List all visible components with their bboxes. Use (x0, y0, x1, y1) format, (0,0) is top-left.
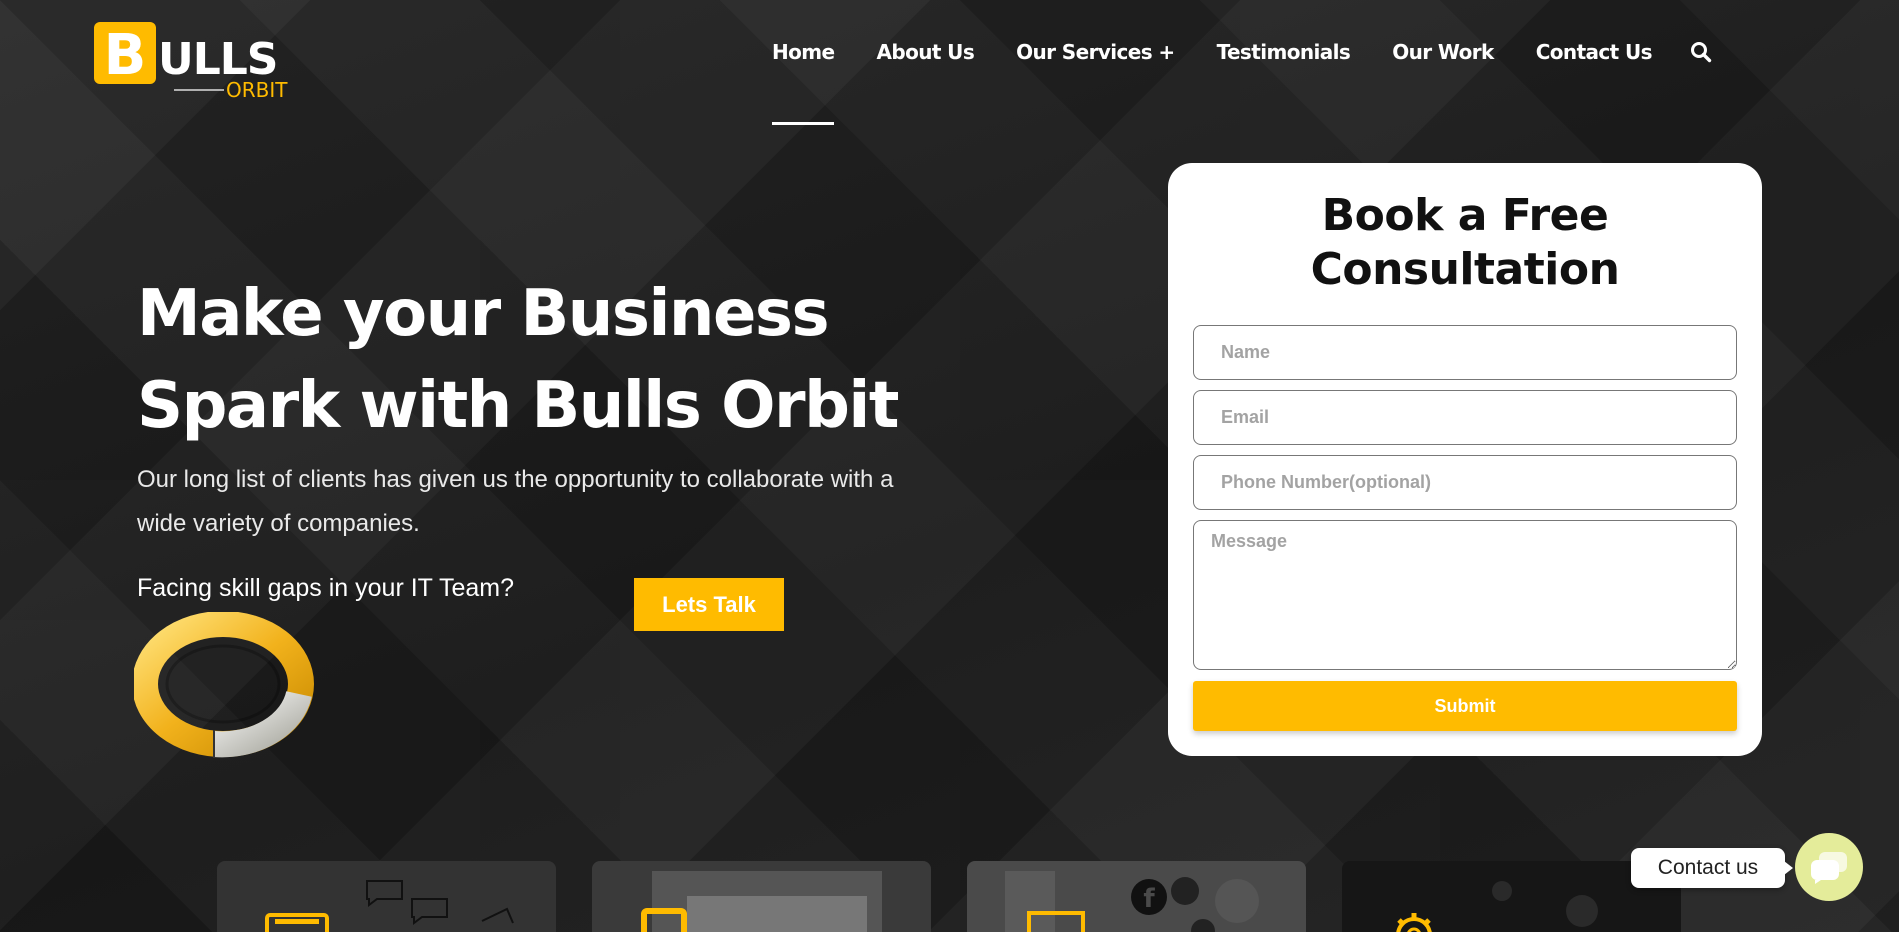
contact-us-tooltip[interactable]: Contact us (1631, 848, 1793, 888)
svg-text:ORBIT: ORBIT (226, 78, 288, 100)
bulls-orbit-logo[interactable]: B ULLS ORBIT (94, 22, 310, 100)
name-field[interactable] (1193, 325, 1737, 380)
submit-button[interactable]: Submit (1193, 681, 1737, 731)
hero-subtitle: Our long list of clients has given us th… (137, 466, 894, 537)
skill-gap-text: Facing skill gaps in your IT Team? (137, 574, 515, 602)
nav-home[interactable]: Home (772, 40, 835, 125)
hero-title-line1: Make your Business (137, 277, 830, 351)
nav-contact-us[interactable]: Contact Us (1536, 40, 1653, 64)
phone-field[interactable] (1193, 455, 1737, 510)
web-design-icon (641, 871, 882, 932)
nav-our-services[interactable]: Our Services + (1016, 40, 1175, 64)
service-card-3[interactable]: f (967, 861, 1306, 932)
hero-title-line2: Spark with Bulls Orbit (137, 369, 899, 443)
email-field[interactable] (1193, 390, 1737, 445)
consultation-form-card: Book a Free Consultation Submit (1168, 163, 1762, 756)
nav-our-work[interactable]: Our Work (1392, 40, 1494, 64)
service-card-1[interactable] (217, 861, 556, 932)
form-title-line1: Book a Free (1321, 190, 1609, 241)
svg-text:f: f (1143, 884, 1155, 914)
form-title: Book a Free Consultation (1168, 189, 1762, 297)
svg-text:B: B (104, 23, 147, 88)
torus-ring-graphic (134, 612, 314, 758)
social-media-icon: f (1005, 871, 1259, 932)
search-icon[interactable] (1690, 41, 1712, 63)
hero-title: Make your Business Spark with Bulls Orbi… (137, 268, 957, 452)
nav-testimonials[interactable]: Testimonials (1217, 40, 1351, 64)
message-field[interactable] (1193, 520, 1737, 670)
form-title-line2: Consultation (1310, 244, 1620, 295)
lets-talk-button[interactable]: Lets Talk (634, 578, 784, 631)
service-card-2[interactable] (592, 861, 931, 932)
contact-chat-button[interactable] (1795, 833, 1863, 901)
chat-bubbles-icon (1811, 852, 1847, 884)
main-nav: Home About Us Our Services + Testimonial… (772, 40, 1712, 125)
chat-illustration-icon (265, 880, 514, 932)
nav-about-us[interactable]: About Us (876, 40, 974, 64)
